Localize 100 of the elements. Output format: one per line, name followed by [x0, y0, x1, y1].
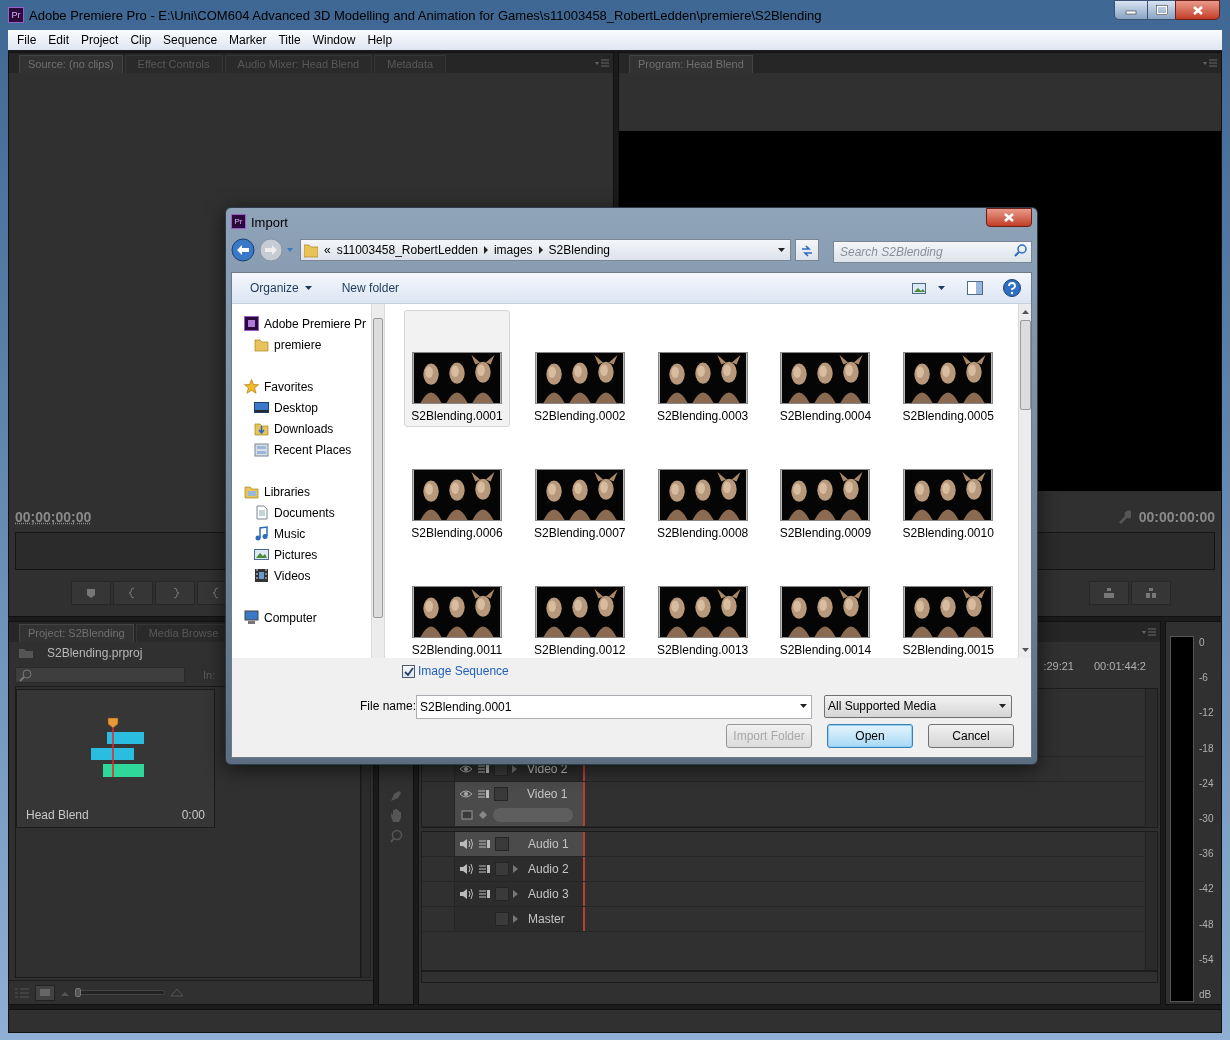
nav-item[interactable]: Computer — [264, 608, 317, 627]
star-icon[interactable] — [244, 379, 259, 394]
thumbnail-tile[interactable]: S2Blending.0003 — [649, 310, 756, 427]
thumbnail-tile[interactable]: S2Blending.0004 — [772, 310, 879, 427]
thumbnail-tile[interactable]: S2Blending.0002 — [526, 310, 633, 427]
menu-item[interactable]: Title — [272, 31, 307, 49]
keyframe-icon[interactable] — [479, 811, 487, 819]
search-field[interactable] — [15, 667, 185, 683]
back-icon[interactable] — [231, 238, 255, 262]
expand-triangle-icon[interactable] — [513, 890, 518, 898]
document-icon[interactable] — [254, 505, 269, 520]
menu-item[interactable]: Marker — [223, 31, 273, 49]
thumbnail-tile[interactable]: S2Blending.0008 — [649, 427, 756, 544]
dialog-button[interactable]: Open — [827, 724, 913, 748]
nav-item[interactable]: Downloads — [274, 419, 334, 438]
nav-item[interactable]: Adobe Premiere Pr — [264, 314, 367, 333]
music-note-icon[interactable] — [254, 526, 269, 541]
recent-places-icon[interactable] — [254, 442, 269, 457]
eye-icon[interactable] — [459, 789, 473, 799]
picture-icon[interactable] — [254, 547, 269, 562]
icon-view-button[interactable] — [35, 984, 55, 1001]
track-header[interactable]: Video 1 — [455, 782, 585, 826]
library-icon[interactable] — [244, 484, 259, 499]
preview-pane-icon[interactable] — [967, 281, 983, 295]
toolbar-button[interactable]: Organize — [242, 277, 320, 299]
folder-icon[interactable] — [254, 337, 269, 352]
track-header[interactable]: Audio 1 — [455, 832, 585, 856]
mark-in-button[interactable] — [113, 581, 153, 605]
lift-button[interactable] — [1089, 581, 1129, 605]
refresh-button[interactable] — [795, 239, 819, 261]
app-logo[interactable] — [244, 316, 259, 331]
breadcrumb-item[interactable]: s11003458_RobertLedden — [336, 241, 478, 259]
add-marker-button[interactable] — [71, 581, 111, 605]
track-toggle-icon[interactable] — [477, 789, 490, 799]
track-toggle-icon[interactable] — [478, 864, 491, 874]
breadcrumb-item[interactable]: S2Blending — [548, 241, 610, 259]
nav-item[interactable]: Desktop — [274, 398, 319, 417]
nav-item[interactable]: Music — [274, 524, 306, 543]
thumbnail-tile[interactable]: S2Blending.0013 — [649, 544, 756, 658]
keyframe-display-icon[interactable] — [461, 810, 473, 820]
checkbox[interactable] — [402, 664, 415, 678]
track-header[interactable]: Master — [455, 907, 585, 931]
extract-button[interactable] — [1131, 581, 1171, 605]
pen-tool-icon[interactable] — [389, 788, 403, 802]
panel-menu-icon[interactable] — [1142, 628, 1156, 636]
download-folder-icon[interactable] — [254, 421, 269, 436]
film-icon[interactable] — [254, 568, 269, 583]
view-caret-icon[interactable] — [938, 286, 945, 290]
menu-item[interactable]: Window — [306, 31, 362, 49]
toolbar-button[interactable]: New folder — [333, 277, 408, 299]
expand-triangle-icon[interactable] — [513, 915, 518, 923]
thumbnail-tile[interactable]: S2Blending.0007 — [526, 427, 633, 544]
view-icon[interactable] — [912, 282, 926, 294]
maximize-button[interactable] — [1148, 0, 1175, 20]
help-icon[interactable] — [1003, 279, 1021, 297]
nav-item[interactable]: premiere — [274, 335, 322, 354]
file-type-dropdown[interactable]: All Supported Media — [824, 694, 1012, 718]
expand-triangle-icon[interactable] — [513, 865, 518, 873]
menu-item[interactable]: Clip — [124, 31, 158, 49]
menu-item[interactable]: Sequence — [157, 31, 224, 49]
desktop-icon[interactable] — [254, 400, 269, 415]
menu-item[interactable]: Edit — [42, 31, 76, 49]
scroll-up-icon[interactable] — [1021, 310, 1029, 314]
thumbnail-tile[interactable]: S2Blending.0005 — [895, 310, 1002, 427]
expand-triangle-icon[interactable] — [512, 765, 517, 773]
nav-item[interactable]: Libraries — [264, 482, 311, 501]
address-bar[interactable]: « s11003458_RobertLedden images S2Blending — [300, 239, 792, 261]
checkbox-label[interactable]: Image Sequence — [418, 662, 509, 680]
chevron-icon[interactable] — [538, 246, 543, 254]
nav-item[interactable]: Pictures — [274, 545, 318, 564]
panel-menu-icon[interactable] — [595, 59, 609, 67]
nav-item[interactable]: Documents — [274, 503, 335, 522]
dialog-button[interactable]: Cancel — [928, 724, 1014, 748]
zoom-slider-thumb[interactable] — [74, 988, 81, 997]
dropdown-caret-icon[interactable] — [778, 248, 786, 252]
track-toggle-icon[interactable] — [478, 839, 491, 849]
overflow-chevron[interactable]: « — [324, 241, 331, 259]
nav-item[interactable]: Recent Places — [274, 440, 352, 459]
speaker-icon[interactable] — [459, 838, 474, 850]
zoom-out-icon[interactable] — [61, 989, 69, 996]
sequence-card[interactable]: Head Blend 0:00 — [16, 689, 215, 828]
track-toggle-icon[interactable] — [477, 764, 490, 774]
search-field[interactable]: Search S2Blending — [832, 241, 1032, 263]
breadcrumb-item[interactable]: images — [493, 241, 533, 259]
zoom-tool-icon[interactable] — [389, 829, 403, 843]
thumbnail-tile[interactable]: S2Blending.0009 — [772, 427, 879, 544]
minimize-button[interactable] — [1114, 0, 1148, 20]
nav-item[interactable]: Videos — [274, 566, 311, 585]
close-button[interactable] — [1175, 0, 1220, 20]
speaker-icon[interactable] — [459, 888, 474, 900]
thumbnail-tile[interactable]: S2Blending.0001 — [404, 310, 510, 427]
menu-item[interactable]: Project — [75, 31, 125, 49]
scroll-down-icon[interactable] — [1021, 648, 1029, 652]
thumbnail-tile[interactable]: S2Blending.0011 — [404, 544, 510, 658]
scrollbar-thumb[interactable] — [373, 318, 383, 618]
thumbnail-tile[interactable]: S2Blending.0010 — [895, 427, 1002, 544]
menu-item[interactable]: File — [11, 31, 43, 49]
thumbnail-tile[interactable]: S2Blending.0015 — [895, 544, 1002, 658]
close-button[interactable] — [986, 208, 1032, 227]
thumbnail-tile[interactable]: S2Blending.0006 — [404, 427, 510, 544]
